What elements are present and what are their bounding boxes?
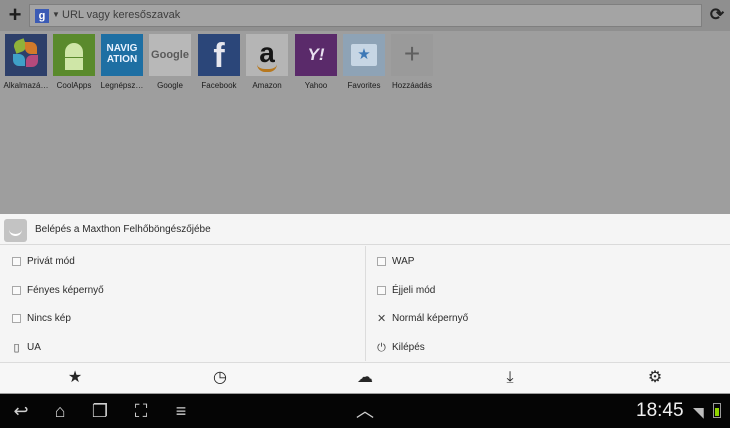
option-label: Kilépés	[392, 342, 425, 353]
system-nav-bar: ↩ ⌂ ❐ ⛶ ≡ ︿ 18:45 ◥	[0, 394, 730, 428]
option-user-agent[interactable]: ▯ UA	[12, 340, 352, 360]
back-icon[interactable]: ↩	[8, 401, 34, 421]
speed-dial-label: CoolApps	[56, 81, 92, 90]
night-mode-checkbox[interactable]	[377, 286, 386, 295]
cloud-icon[interactable]: ☁	[355, 369, 375, 389]
private-mode-checkbox[interactable]	[12, 257, 21, 266]
url-input[interactable]: g ▼ URL vagy keresőszavak	[29, 4, 702, 27]
android-icon	[53, 34, 95, 76]
main-menu-sheet: Belépés a Maxthon Felhőböngészőjébe Priv…	[0, 214, 730, 393]
option-normal-screen[interactable]: ✕ Normál képernyő	[377, 311, 717, 331]
speed-dial-coolapps[interactable]: CoolApps	[52, 34, 96, 90]
chevron-up-icon[interactable]: ︿	[352, 401, 378, 421]
speed-dial-amazon[interactable]: a Amazon	[245, 34, 289, 90]
speed-dial-label: Alkalmazá…	[3, 81, 49, 90]
menu-icon[interactable]: ≡	[168, 401, 194, 421]
speed-dial-add[interactable]: + Hozzáadás	[390, 34, 434, 90]
navigation-icon: NAVIG ATION	[101, 34, 143, 76]
speed-dial-favorites[interactable]: ★ Favorites	[342, 34, 386, 90]
speed-dial-label: Legnépsz…	[100, 81, 144, 90]
yahoo-logo-icon: Y!	[295, 34, 337, 76]
refresh-icon: ⟳	[709, 5, 725, 24]
download-icon[interactable]: ⤓	[500, 369, 520, 389]
apps-icon	[5, 34, 47, 76]
cloud-login-item[interactable]: Belépés a Maxthon Felhőböngészőjébe	[0, 214, 730, 245]
speed-dial-label: Hozzáadás	[391, 81, 433, 90]
user-agent-icon: ▯	[13, 342, 20, 354]
option-label: Nincs kép	[27, 313, 71, 324]
speed-dial-label: Facebook	[201, 81, 237, 90]
power-icon: ⏻	[377, 342, 386, 354]
option-night-mode[interactable]: Éjjeli mód	[377, 283, 717, 303]
option-label: Normál képernyő	[392, 313, 469, 324]
wap-checkbox[interactable]	[377, 257, 386, 266]
option-wap[interactable]: WAP	[377, 254, 717, 274]
option-label: WAP	[392, 256, 415, 267]
plus-icon: +	[8, 2, 22, 27]
search-engine-dropdown-icon[interactable]: ▼	[52, 10, 60, 19]
facebook-logo-icon: f	[198, 34, 240, 76]
recent-apps-icon[interactable]: ❐	[86, 401, 114, 421]
home-icon[interactable]: ⌂	[46, 401, 74, 421]
menu-divider	[365, 246, 366, 361]
speed-dial-label: Favorites	[347, 81, 381, 90]
speed-dial-label: Google	[157, 81, 183, 90]
speed-dial-google[interactable]: Google Google	[148, 34, 192, 90]
cloud-login-label: Belépés a Maxthon Felhőböngészőjébe	[35, 224, 211, 235]
status-clock: 18:45	[636, 400, 684, 421]
wifi-icon: ◥	[693, 404, 704, 420]
option-private-mode[interactable]: Privát mód	[12, 254, 352, 274]
avatar-icon	[4, 219, 27, 242]
google-search-icon[interactable]: g	[35, 9, 49, 23]
new-tab-button[interactable]: +	[4, 4, 26, 26]
speed-dial-facebook[interactable]: f Facebook	[197, 34, 241, 90]
bright-screen-checkbox[interactable]	[12, 286, 21, 295]
url-toolbar: + g ▼ URL vagy keresőszavak ⟳	[0, 0, 730, 31]
star-icon[interactable]: ★	[65, 369, 85, 389]
amazon-logo-icon: a	[246, 34, 288, 76]
speed-dial-label: Amazon	[252, 81, 282, 90]
history-clock-icon[interactable]: ◷	[210, 369, 230, 389]
option-bright-screen[interactable]: Fényes képernyő	[12, 283, 352, 303]
favorites-folder-icon: ★	[343, 34, 385, 76]
add-icon: +	[391, 34, 433, 76]
speed-dial-legnepszerubb[interactable]: NAVIG ATION Legnépsz…	[100, 34, 144, 90]
option-label: UA	[27, 342, 41, 353]
option-label: Éjjeli mód	[392, 285, 436, 296]
url-placeholder: URL vagy keresőszavak	[62, 9, 181, 21]
speed-dial-yahoo[interactable]: Y! Yahoo	[294, 34, 338, 90]
battery-icon	[713, 403, 721, 418]
screenshot-icon[interactable]: ⛶	[127, 401, 155, 421]
google-logo-icon: Google	[149, 34, 191, 76]
speed-dial-label: Yahoo	[304, 81, 328, 90]
no-image-checkbox[interactable]	[12, 314, 21, 323]
option-label: Fényes képernyő	[27, 285, 104, 296]
menu-toolbar: ★ ◷ ☁ ⤓ ⚙	[0, 362, 730, 393]
exit-fullscreen-icon: ✕	[377, 313, 387, 325]
option-exit[interactable]: ⏻ Kilépés	[377, 340, 717, 360]
speed-dial-alkalmazasok[interactable]: Alkalmazá…	[4, 34, 48, 90]
gear-icon[interactable]: ⚙	[645, 369, 665, 389]
option-label: Privát mód	[27, 256, 75, 267]
refresh-button[interactable]: ⟳	[707, 5, 727, 25]
option-no-image[interactable]: Nincs kép	[12, 311, 352, 331]
